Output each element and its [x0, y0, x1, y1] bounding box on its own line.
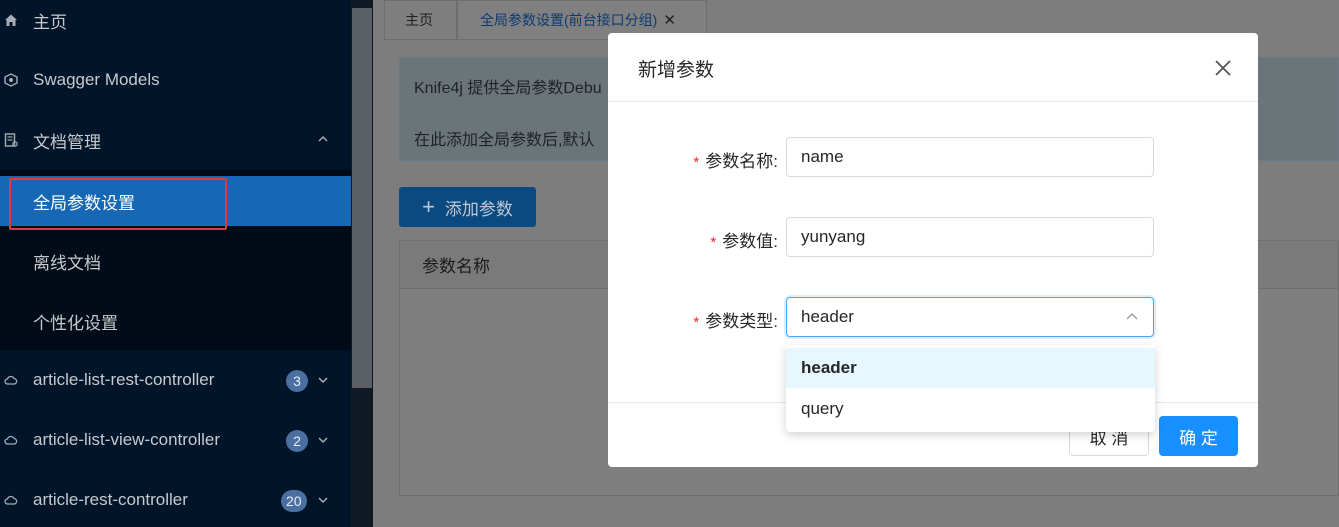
sidebar-item-label: 离线文档 [33, 253, 101, 273]
close-icon[interactable] [1212, 57, 1234, 79]
sidebar-item-swagger-models[interactable]: Swagger Models [0, 50, 351, 110]
sidebar-item-label: Swagger Models [33, 70, 160, 89]
ok-button[interactable]: 确 定 [1159, 416, 1238, 456]
input-value: name [801, 147, 844, 166]
param-name-input[interactable]: name [786, 137, 1154, 177]
dropdown-option-query[interactable]: query [786, 389, 1155, 429]
form-row-type: * 参数类型: header [608, 297, 1258, 337]
doc-manage-icon [4, 133, 18, 147]
sidebar-item-label: 个性化设置 [33, 313, 118, 333]
model-icon [4, 73, 18, 87]
add-param-label: 添加参数 [444, 199, 513, 219]
sidebar-item-label: article-list-rest-controller [33, 370, 215, 389]
sidebar-item-doc-manage[interactable]: 文档管理 [0, 110, 351, 170]
input-value: yunyang [801, 227, 866, 246]
chevron-down-icon [317, 374, 329, 389]
chevron-up-icon [1125, 310, 1139, 327]
cloud-icon [4, 373, 18, 387]
tab-home[interactable]: 主页 [384, 0, 457, 40]
form-row-value: * 参数值: yunyang [608, 217, 1258, 257]
modal-header: 新增参数 [608, 33, 1258, 102]
highlight-box [9, 178, 227, 230]
form-label: * 参数值: [710, 232, 778, 251]
modal-title: 新增参数 [638, 60, 715, 81]
count-badge: 3 [286, 370, 308, 392]
form-label: * 参数类型: [693, 312, 778, 331]
select-value: header [801, 307, 854, 326]
count-badge: 2 [286, 430, 308, 452]
plus-icon: + [422, 194, 435, 219]
sidebar-item-home[interactable]: 主页 [0, 0, 351, 50]
sidebar-item-label: 文档管理 [33, 132, 101, 152]
sidebar: 主页 Swagger Models 文档管理 全局参数设置 离线文档 个性化设置… [0, 0, 373, 527]
chevron-down-icon [317, 494, 329, 509]
param-type-select[interactable]: header [786, 297, 1154, 337]
sidebar-item-offline-docs[interactable]: 离线文档 [0, 236, 351, 286]
close-icon[interactable]: ✕ [663, 11, 676, 29]
dropdown-option-header[interactable]: header [786, 348, 1155, 388]
required-asterisk: * [693, 314, 700, 331]
sidebar-item-label: 主页 [33, 12, 67, 32]
column-header-name: 参数名称 [422, 257, 490, 276]
tab-label: 主页 [405, 12, 433, 28]
add-param-button[interactable]: + 添加参数 [399, 187, 536, 227]
param-value-input[interactable]: yunyang [786, 217, 1154, 257]
chevron-down-icon [317, 434, 329, 449]
alert-line-2: 在此添加全局参数后,默认 [414, 132, 595, 149]
alert-line-1: Knife4j 提供全局参数Debu [414, 80, 602, 97]
form-label: * 参数名称: [693, 152, 778, 171]
home-icon [4, 13, 18, 27]
param-type-dropdown: header query [786, 345, 1155, 432]
sidebar-item-label: article-list-view-controller [33, 430, 221, 449]
tab-label: 全局参数设置(前台接口分组) [480, 12, 658, 28]
chevron-up-icon [317, 133, 329, 148]
count-badge: 20 [281, 490, 307, 512]
sidebar-item-label: article-rest-controller [33, 490, 188, 509]
sidebar-scrollbar-thumb[interactable] [352, 8, 372, 388]
required-asterisk: * [693, 154, 700, 171]
required-asterisk: * [710, 234, 717, 251]
cloud-icon [4, 493, 18, 507]
form-row-name: * 参数名称: name [608, 137, 1258, 177]
cloud-icon [4, 433, 18, 447]
sidebar-item-personalize[interactable]: 个性化设置 [0, 296, 351, 346]
